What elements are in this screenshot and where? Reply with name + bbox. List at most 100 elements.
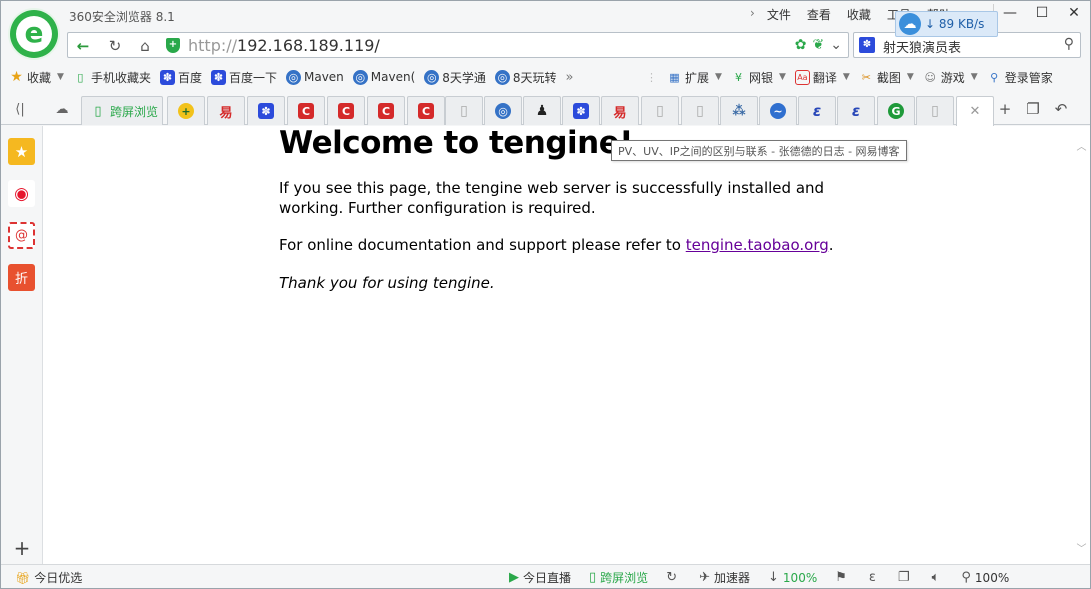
tab[interactable]: ▯: [641, 96, 679, 125]
reload-icon[interactable]: ↻: [104, 37, 126, 55]
sound-button[interactable]: 🔈︎: [932, 570, 944, 585]
browser-logo[interactable]: e: [10, 10, 58, 58]
menu-file[interactable]: 文件: [759, 6, 799, 23]
security-shield-icon[interactable]: +: [166, 38, 180, 53]
login-manager-button[interactable]: ⚲ 登录管家: [987, 69, 1053, 86]
tab[interactable]: ▯: [681, 96, 719, 125]
bookmark-mobile[interactable]: ▯ 手机收藏夹: [73, 69, 151, 86]
address-icons: ✿ ❦ ⌄: [795, 37, 842, 53]
daily-picks-label: 今日优选: [34, 571, 83, 585]
tab[interactable]: C: [367, 96, 405, 125]
more-bookmarks-icon[interactable]: »: [566, 70, 574, 85]
tab[interactable]: C: [327, 96, 365, 125]
tab[interactable]: ε: [798, 96, 836, 125]
bookmark-8days-learn[interactable]: ◎ 8天学通: [424, 69, 486, 86]
close-tab-icon[interactable]: ✕: [970, 104, 981, 119]
leaf-icon[interactable]: ❦: [813, 37, 825, 53]
tab-active[interactable]: ✕: [956, 96, 994, 126]
tab[interactable]: 易: [207, 96, 245, 125]
translate-button[interactable]: Aa 翻译 ▼: [794, 69, 850, 86]
zoom-control[interactable]: ⚲ 100%: [961, 570, 1009, 585]
tab[interactable]: ✽: [247, 96, 285, 125]
cloud-sync-icon[interactable]: ☁: [51, 99, 73, 119]
tab[interactable]: C: [287, 96, 325, 125]
security-guard-icon: +: [178, 103, 194, 119]
tengine-link[interactable]: tengine.taobao.org: [686, 236, 829, 254]
tab[interactable]: ◎: [484, 96, 522, 125]
sidebar-toggle-icon[interactable]: ⟨|: [9, 99, 31, 119]
address-bar[interactable]: ← ↻ ⌂ + http://192.168.189.119/ ✿ ❦ ⌄: [67, 32, 849, 58]
tab-tooltip: PV、UV、IP之间的区别与联系 - 张德德的日志 - 网易博客: [611, 140, 907, 161]
chevron-right-icon[interactable]: ›: [746, 6, 759, 23]
url-text[interactable]: http://192.168.189.119/: [188, 36, 380, 55]
live-label: 今日直播: [523, 571, 572, 585]
add-sidebar-icon[interactable]: +: [10, 536, 34, 560]
search-icon[interactable]: ⚲: [1064, 36, 1074, 52]
menu-view[interactable]: 查看: [799, 6, 839, 23]
tab[interactable]: C: [407, 96, 445, 125]
banking-label: 网银: [748, 70, 773, 85]
tab[interactable]: ✽: [562, 96, 600, 125]
new-tab-icon[interactable]: +: [993, 99, 1017, 119]
bookmark-label: Maven: [303, 70, 344, 84]
cross-screen-button[interactable]: ▯ 跨屏浏览: [589, 569, 648, 586]
extensions-button[interactable]: ▦ 扩展 ▼: [667, 69, 722, 86]
games-button[interactable]: ☺ 游戏 ▼: [923, 69, 978, 86]
blank-page-icon: ▯: [460, 103, 468, 119]
bookmarks-bar: ★ 收藏 ▼ ▯ 手机收藏夹 ✽ 百度 ✽ 百度一下 ◎ Maven ◎ Maven( ◎ 8天…: [1, 63, 1090, 91]
compat-mode-icon[interactable]: ✿: [795, 37, 807, 53]
baidu-paw-icon[interactable]: ✽: [859, 37, 875, 53]
tab[interactable]: ⁂: [720, 96, 758, 125]
wave-icon: ~: [770, 103, 786, 119]
sohu-icon: 易: [219, 105, 233, 121]
bookmark-maven2[interactable]: ◎ Maven(: [352, 69, 415, 85]
star-folder-icon: ★: [10, 69, 23, 85]
vertical-scrollbar[interactable]: ︿ ﹀: [1073, 126, 1090, 564]
mail-icon[interactable]: @: [8, 222, 35, 249]
download-status[interactable]: ↓ 100%: [768, 570, 817, 585]
ie-icon: ε: [868, 570, 876, 585]
scroll-up-icon[interactable]: ︿: [1075, 138, 1088, 153]
window-mode-button[interactable]: ❐: [898, 570, 914, 585]
live-button[interactable]: ▶ 今日直播: [509, 569, 571, 586]
tab[interactable]: ~: [759, 96, 797, 125]
tab-list-icon[interactable]: ❐: [1021, 99, 1045, 119]
online-banking-button[interactable]: ¥ 网银 ▼: [731, 69, 786, 86]
bookmark-baidu[interactable]: ✽ 百度: [159, 69, 202, 86]
bookmark-baidu-search[interactable]: ✽ 百度一下: [210, 69, 277, 86]
menu-favorites[interactable]: 收藏: [839, 6, 879, 23]
ie-mode-button[interactable]: ε: [869, 570, 880, 585]
minimize-button[interactable]: —: [994, 1, 1026, 25]
scroll-down-icon[interactable]: ﹀: [1075, 540, 1088, 555]
download-indicator[interactable]: ☁ ↓ 89 KB/s: [895, 11, 998, 37]
favorites-star-icon[interactable]: ★: [8, 138, 35, 165]
chevron-down-icon[interactable]: ⌄: [830, 37, 842, 53]
bookmark-maven[interactable]: ◎ Maven: [285, 69, 344, 85]
refresh-status-button[interactable]: ↻: [666, 570, 681, 585]
tab[interactable]: G: [877, 96, 915, 125]
tab-cross-screen[interactable]: ▯ 跨屏浏览: [81, 96, 163, 125]
daily-picks[interactable]: 🎁︎ 今日优选: [15, 569, 82, 586]
home-icon[interactable]: ⌂: [134, 37, 156, 55]
tab[interactable]: ♟: [523, 96, 561, 125]
cross-screen-label: 跨屏浏览: [600, 571, 649, 585]
maximize-button[interactable]: ☐: [1026, 1, 1058, 25]
back-arrow-icon[interactable]: ←: [72, 37, 94, 55]
undo-close-icon[interactable]: ↶: [1049, 99, 1073, 119]
bookmark-8days-play[interactable]: ◎ 8天玩转: [494, 69, 557, 86]
page-paragraph-1: If you see this page, the tengine web se…: [279, 179, 825, 217]
weibo-icon[interactable]: ◉: [8, 180, 35, 207]
tab[interactable]: ▯: [445, 96, 483, 125]
tab[interactable]: 易: [601, 96, 639, 125]
tab[interactable]: ε: [837, 96, 875, 125]
screenshot-button[interactable]: ✂ 截图 ▼: [859, 69, 914, 86]
close-window-button[interactable]: ✕: [1058, 1, 1090, 25]
tab[interactable]: ▯: [916, 96, 954, 125]
discount-icon[interactable]: 折: [8, 264, 35, 291]
accelerator-button[interactable]: ✈ 加速器: [699, 569, 750, 586]
qq-penguin-icon: ♟: [535, 103, 549, 119]
tab[interactable]: +: [167, 96, 205, 125]
favorites-menu[interactable]: ★ 收藏 ▼: [9, 69, 64, 86]
flag-button[interactable]: ⚑: [835, 570, 851, 585]
search-input[interactable]: 射天狼演员表: [883, 37, 961, 56]
